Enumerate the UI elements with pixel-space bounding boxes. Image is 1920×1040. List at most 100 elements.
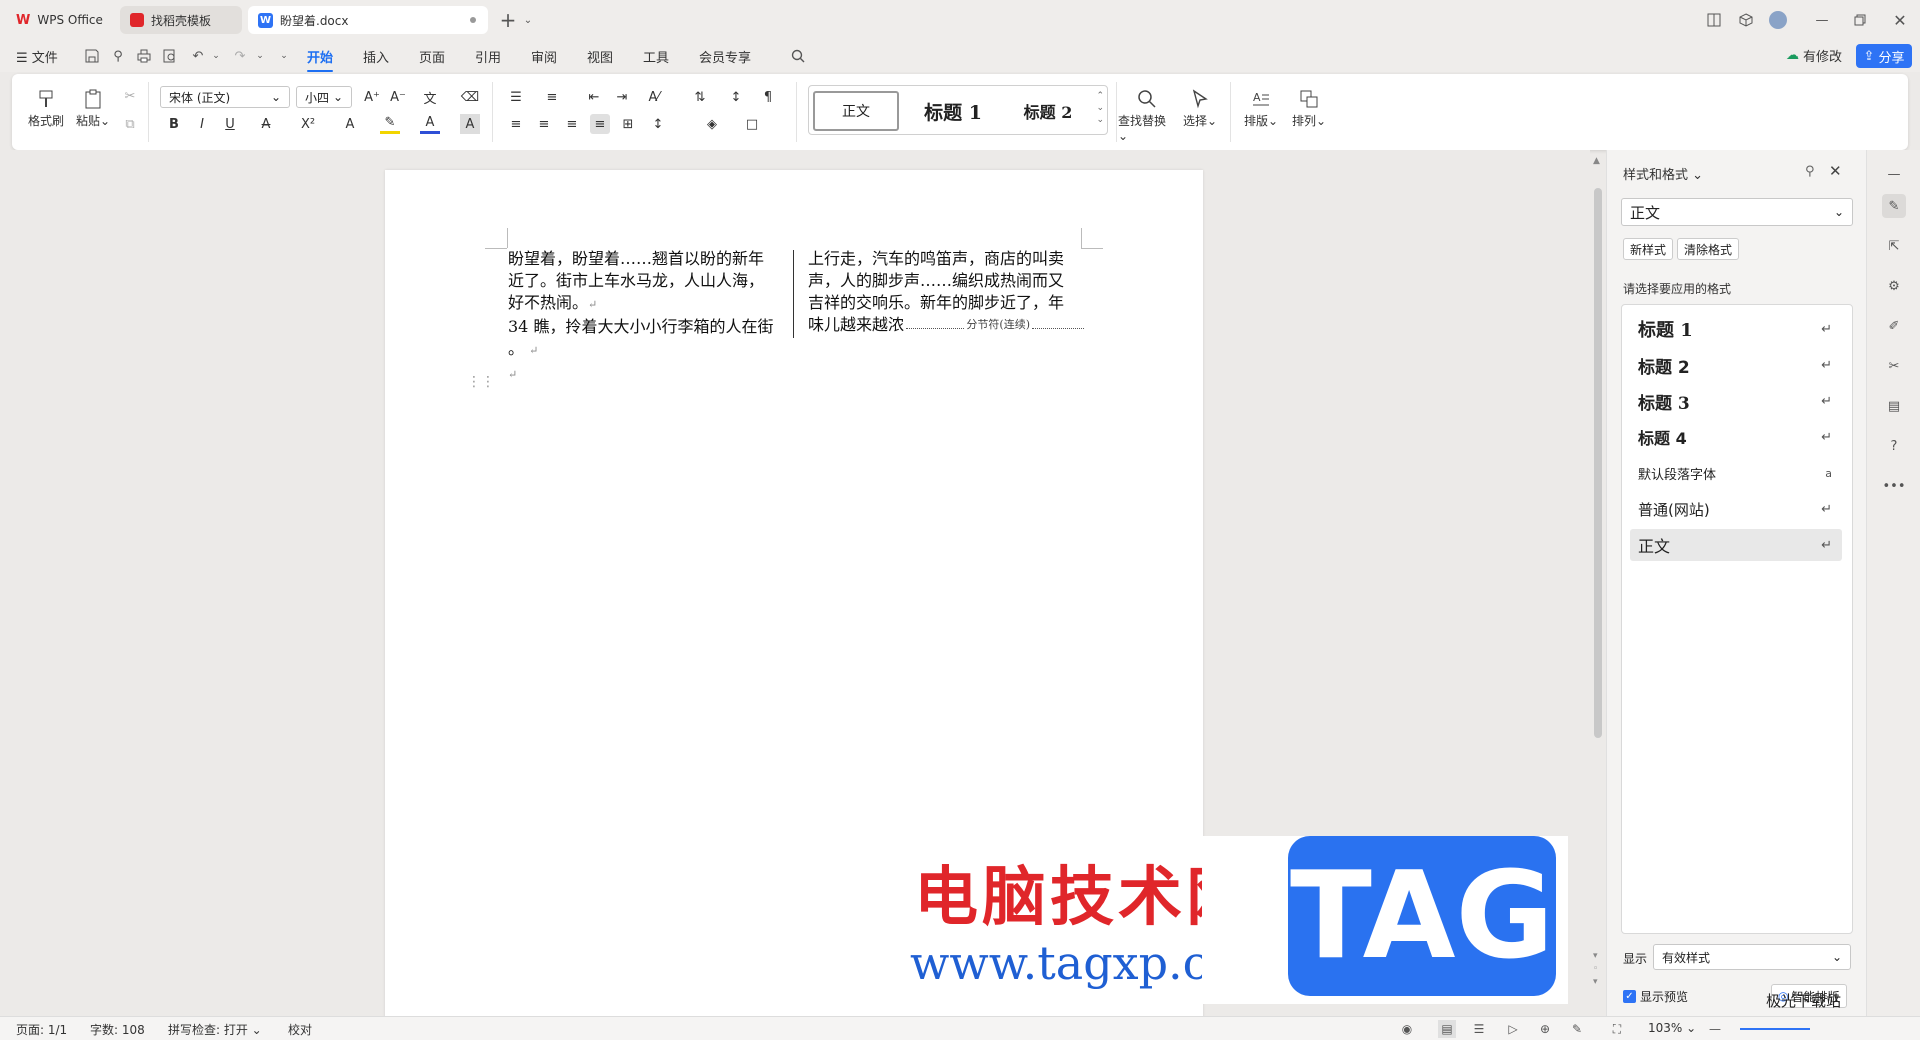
style-heading-1[interactable]: 标题 1 [905,91,1001,131]
font-name-select[interactable]: 宋体 (正文) ⌄ [160,86,290,108]
link-icon[interactable]: ⚲ [110,48,126,64]
more-icon[interactable]: ••• [1882,474,1906,498]
print-preview-icon[interactable] [162,48,178,64]
justify-icon[interactable]: ≡ [590,114,610,134]
shrink-font-icon[interactable]: A⁻ [388,87,408,107]
share-button[interactable]: ⇪ 分享 [1856,44,1912,68]
modified-status[interactable]: ☁ 有修改 [1786,46,1842,65]
word-count[interactable]: 字数: 108 [90,1021,145,1038]
style-normal[interactable]: 正文 [813,91,899,131]
tab-start[interactable]: 开始 [307,47,334,72]
grow-font-icon[interactable]: A⁺ [362,87,382,107]
scroll-thumb[interactable] [1594,188,1602,738]
redo-icon[interactable]: ↷ [232,48,248,64]
phonetic-icon[interactable]: 文 [420,87,440,107]
chevron-down-icon[interactable]: ⌄ [518,10,538,30]
decrease-indent-icon[interactable]: ⇤ [584,87,604,107]
tab-member[interactable]: 会员专享 [699,47,751,66]
select-button[interactable]: 选择⌄ [1180,86,1220,129]
align-center-icon[interactable]: ≡ [534,114,554,134]
tab-wps-office[interactable]: W WPS Office [6,6,116,34]
gallery-scroll-icon[interactable]: ⌃ ⌄ ⌄ [1096,90,1104,126]
zoom-out-icon[interactable]: — [1706,1020,1724,1038]
tools-icon[interactable]: ✂ [1882,354,1906,378]
increase-indent-icon[interactable]: ⇥ [612,87,632,107]
chevron-down-icon[interactable]: ⌄ [252,48,268,64]
style-item-heading-1[interactable]: 标题 1 ↵ [1630,313,1842,345]
text-effect-icon[interactable]: A [340,114,360,134]
line-spacing-icon[interactable]: ↕ [648,114,668,134]
superscript-icon[interactable]: X² [298,114,318,134]
align-right-icon[interactable]: ≡ [562,114,582,134]
zoom-slider[interactable] [1740,1028,1810,1030]
sort-icon[interactable]: ⇅ [690,87,710,107]
new-tab-button[interactable]: + [498,8,518,32]
page-indicator[interactable]: 页面: 1/1 [16,1021,67,1038]
font-color-icon[interactable]: A [420,114,440,134]
minimize-icon[interactable]: — [1812,10,1832,30]
layout-button[interactable]: A 排版⌄ [1242,86,1280,129]
pin-icon[interactable]: ⚲ [1805,164,1815,179]
style-item-normal-web[interactable]: 普通(网站) ↵ [1630,493,1842,525]
edit-box-icon[interactable]: ✐ [1882,314,1906,338]
print-icon[interactable] [136,48,152,64]
border-icon[interactable]: □ [742,114,762,134]
text-direction-icon[interactable]: A⁄ [644,87,664,107]
tab-references[interactable]: 引用 [475,47,501,66]
web-view-icon[interactable]: ⊕ [1536,1020,1554,1038]
char-shading-icon[interactable]: A [460,114,480,134]
pen-icon[interactable]: ✎ [1568,1020,1586,1038]
file-menu[interactable]: ☰ 文件 [16,47,58,66]
vertical-scrollbar[interactable]: ▲ ▾ ◦ ▾ [1590,150,1606,1016]
show-marks-icon[interactable]: ¶ [758,87,778,107]
style-item-heading-3[interactable]: 标题 3 ↵ [1630,385,1842,417]
fit-page-icon[interactable]: ⛶ [1608,1020,1626,1038]
find-replace-button[interactable]: 查找替换⌄ [1118,86,1176,143]
tab-review[interactable]: 审阅 [531,47,557,66]
more-chevron-icon[interactable]: ⌄ [276,48,292,64]
help-icon[interactable]: ? [1882,434,1906,458]
paste-button[interactable]: 粘贴⌄ [76,86,110,129]
collapse-icon[interactable]: — [1882,162,1906,186]
search-icon[interactable] [790,48,806,64]
tab-insert[interactable]: 插入 [363,47,389,66]
distribute-icon[interactable]: ⊞ [618,114,638,134]
scroll-up-icon[interactable]: ▲ [1593,156,1600,166]
layout-icon[interactable] [1704,10,1724,30]
select-cursor-icon[interactable]: ⇱ [1882,234,1906,258]
format-painter-button[interactable]: 格式刷 [28,86,64,129]
avatar[interactable] [1768,10,1788,30]
tab-view[interactable]: 视图 [587,47,613,66]
scroll-nav-icon[interactable]: ▾ ◦ ▾ [1593,950,1598,989]
adjust-icon[interactable]: ⚙ [1882,274,1906,298]
tab-page[interactable]: 页面 [419,47,445,66]
restore-icon[interactable] [1850,10,1870,30]
unsaved-dot-icon[interactable] [470,17,476,23]
current-style-select[interactable]: 正文 ⌄ [1621,198,1853,226]
play-icon[interactable]: ▷ [1504,1020,1522,1038]
close-icon[interactable]: ✕ [1890,10,1910,30]
new-style-button[interactable]: 新样式 [1623,238,1674,260]
save-icon[interactable] [84,48,100,64]
italic-icon[interactable]: I [192,114,212,134]
numbered-list-icon[interactable]: ≡ [542,87,562,107]
style-item-heading-4[interactable]: 标题 4 ↵ [1630,421,1842,453]
show-filter-select[interactable]: 有效样式 ⌄ [1653,944,1851,970]
copy-icon[interactable]: ⧉ [120,114,140,134]
style-item-default-font[interactable]: 默认段落字体 a [1630,457,1842,489]
undo-icon[interactable]: ↶ [190,48,206,64]
tab-template[interactable]: 找稻壳模板 [120,6,242,34]
style-item-normal[interactable]: 正文 ↵ [1630,529,1842,561]
font-size-select[interactable]: 小四 ⌄ [296,86,352,108]
style-heading-2[interactable]: 标题 2 [1005,91,1091,131]
show-preview-checkbox[interactable]: ✓ 显示预览 [1623,988,1688,1005]
zoom-level[interactable]: 103% ⌄ [1648,1021,1696,1035]
style-item-heading-2[interactable]: 标题 2 ↵ [1630,349,1842,381]
shading-icon[interactable]: ◈ [702,114,722,134]
outline-view-icon[interactable]: ☰ [1470,1020,1488,1038]
style-pen-icon[interactable]: ✎ [1882,194,1906,218]
cube-icon[interactable] [1736,10,1756,30]
chevron-down-icon[interactable]: ⌄ [208,48,224,64]
clear-format-button[interactable]: 清除格式 [1677,238,1740,260]
clear-format-icon[interactable]: ⌫ [460,87,480,107]
